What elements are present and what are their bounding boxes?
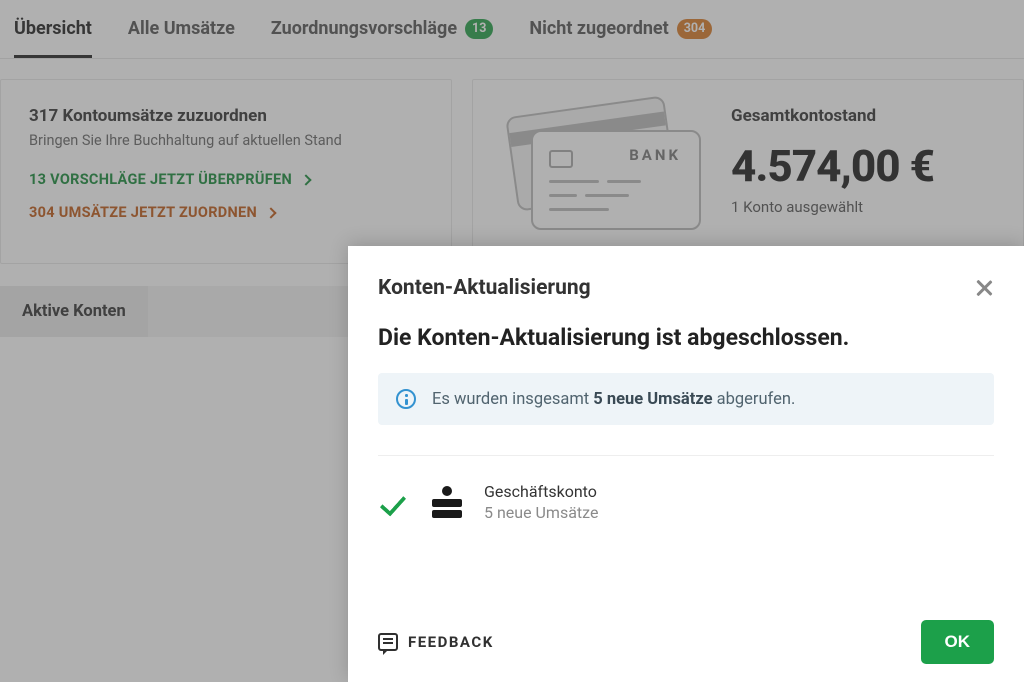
info-pre: Es wurden insgesamt: [432, 390, 593, 409]
divider: [378, 455, 994, 456]
account-update-modal: Konten-Aktualisierung Die Konten-Aktuali…: [348, 246, 1024, 682]
info-icon: [396, 389, 416, 409]
account-name: Geschäftskonto: [484, 482, 598, 501]
info-text: Es wurden insgesamt 5 neue Umsätze abger…: [432, 390, 795, 409]
modal-title: Konten-Aktualisierung: [378, 276, 591, 300]
feedback-label: FEEDBACK: [408, 633, 494, 651]
modal-headline: Die Konten-Aktualisierung ist abgeschlos…: [378, 324, 994, 351]
ok-button[interactable]: OK: [921, 620, 995, 664]
info-post: abgerufen.: [713, 390, 796, 409]
check-icon: [378, 491, 408, 513]
sparkasse-icon: [430, 486, 462, 518]
account-meta: 5 neue Umsätze: [484, 503, 598, 522]
feedback-button[interactable]: FEEDBACK: [378, 633, 494, 651]
info-bold: 5 neue Umsätze: [593, 390, 712, 409]
close-icon[interactable]: [974, 278, 994, 298]
feedback-icon: [378, 633, 398, 651]
info-banner: Es wurden insgesamt 5 neue Umsätze abger…: [378, 373, 994, 425]
account-row: Geschäftskonto 5 neue Umsätze: [378, 482, 994, 522]
